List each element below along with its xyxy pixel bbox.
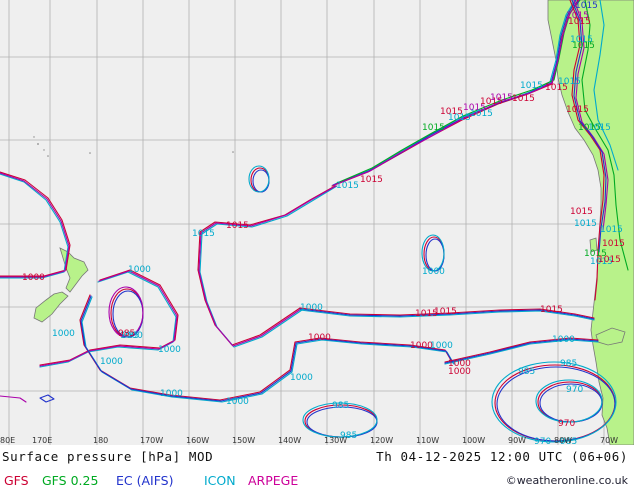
isobar-label: 1015 [422, 123, 445, 133]
map-title: Surface pressure [hPa] MOD [2, 449, 214, 464]
lon-tick-label: 110W [416, 436, 439, 445]
lon-tick-label: 120W [370, 436, 393, 445]
isobar-label: 1015 [600, 225, 623, 235]
isobar-label: 985 [560, 359, 577, 369]
isobar-label: 1015 [566, 105, 589, 115]
isobar-label: 1015 [520, 81, 543, 91]
isobar-label: 1015 [192, 229, 215, 239]
valid-time: Th 04-12-2025 12:00 UTC (06+06) [376, 449, 628, 464]
isobar-label: 1000 [308, 333, 331, 343]
lon-tick-label: 100W [462, 436, 485, 445]
lon-tick-label: 80W [554, 436, 572, 445]
isobar-label: 1015 [448, 113, 471, 123]
isobar-label: 1000 [448, 367, 471, 377]
model-legend: GFS GFS 0.25 EC (AIFS) ICON ARPEGE ©weat… [0, 469, 634, 490]
isobar-label: 1015 [434, 307, 457, 317]
lon-tick-label: 150W [232, 436, 255, 445]
isobar-label: 970 [566, 385, 583, 395]
isobar-label: 1015 [470, 109, 493, 119]
isobar-label: 1000 [158, 345, 181, 355]
isobar-label: 1000 [290, 373, 313, 383]
isobar-label: 985 [518, 367, 535, 377]
isobar-label: 1015 [598, 255, 621, 265]
isobar-label: 1015 [575, 1, 598, 11]
isobar-label: 1000 [422, 267, 445, 277]
isobar-label: 1000 [22, 273, 45, 283]
pressure-map: 1015101510151015101510151015101510151015… [0, 0, 634, 445]
isobar-label: 970 [534, 437, 551, 445]
isobar-label: 985 [118, 329, 135, 339]
isobar-label: 1000 [226, 397, 249, 407]
isobar-label: 1015 [572, 41, 595, 51]
lon-tick-label: 130W [324, 436, 347, 445]
isobar-label: 1015 [540, 305, 563, 315]
isobar-label: 1015 [588, 123, 611, 133]
map-header: Surface pressure [hPa] MOD Th 04-12-2025… [0, 447, 634, 467]
isobar-label: 970 [558, 419, 575, 429]
isobar-label: 1000 [128, 265, 151, 275]
isobar-label: 1015 [574, 219, 597, 229]
isobar-label: 1000 [160, 389, 183, 399]
isobar-label: 1015 [602, 239, 625, 249]
legend-icon: ICON [204, 473, 236, 488]
lon-tick-label: 180 [93, 436, 108, 445]
lon-tick-label: 170E [32, 436, 52, 445]
isobar-label: 1015 [360, 175, 383, 185]
isobar-label: 1000 [52, 329, 75, 339]
isobar-label: 1015 [226, 221, 249, 231]
isobar-label: 1015 [336, 181, 359, 191]
legend-gfs-025: GFS 0.25 [42, 473, 99, 488]
isobar-label: 1015 [490, 93, 513, 103]
lon-tick-label: 140W [278, 436, 301, 445]
lon-tick-label: 160W [186, 436, 209, 445]
credit-link[interactable]: ©weatheronline.co.uk [506, 474, 628, 487]
lon-tick-label: 170W [140, 436, 163, 445]
isobar-label: 1000 [300, 303, 323, 313]
isobar-label: 1015 [512, 94, 535, 104]
isobar-label: 1015 [568, 17, 591, 27]
lon-tick-label: 70W [600, 436, 618, 445]
legend-ec-aifs: EC (AIFS) [116, 473, 174, 488]
isobar-label: 1015 [570, 207, 593, 217]
isobar-label: 1015 [558, 77, 581, 87]
legend-gfs: GFS [4, 473, 29, 488]
lon-tick-label: 80E [0, 436, 15, 445]
legend-arpege: ARPEGE [248, 473, 299, 488]
isobar-label: 1000 [430, 341, 453, 351]
lon-tick-label: 90W [508, 436, 526, 445]
isobar-label: 1000 [100, 357, 123, 367]
ocean-background [0, 0, 634, 445]
isobar-label: 1000 [552, 335, 575, 345]
isobar-label: 985 [332, 401, 349, 411]
